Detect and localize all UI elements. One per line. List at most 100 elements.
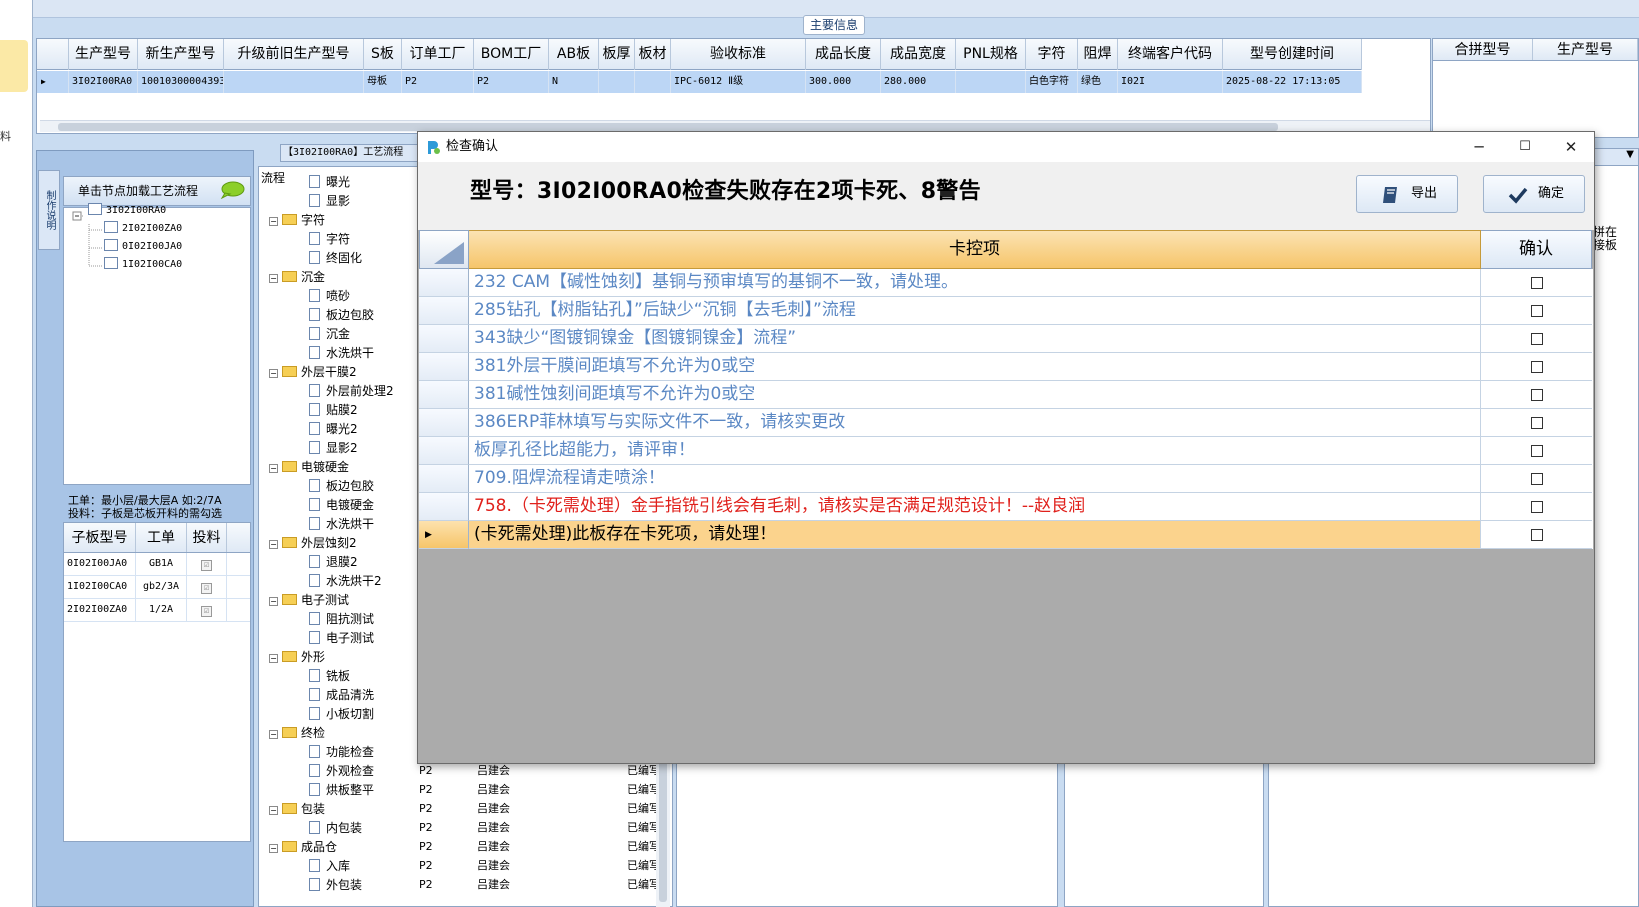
factory-cell[interactable]: P2 [419,876,433,894]
collapse-icon[interactable]: − [269,806,278,815]
col-header[interactable]: 成品长度 [806,39,881,70]
control-item-text[interactable]: 709.阻焊流程请走喷涂！ [469,465,1481,493]
factory-cell[interactable]: P2 [419,781,433,799]
control-item-text[interactable]: 285钻孔【树脂钻孔】”后缺少“沉铜【去毛刺】”流程 [469,297,1481,325]
person-cell[interactable]: 吕建会 [477,819,510,837]
confirm-checkbox-cell[interactable] [1481,269,1592,297]
confirm-button[interactable]: 确定 [1483,175,1585,213]
confirm-checkbox[interactable] [1531,389,1543,401]
process-step[interactable]: 水洗烘干2 [309,572,382,590]
process-group[interactable]: − 外层干膜2 [269,363,357,381]
person-cell[interactable]: 吕建会 [477,800,510,818]
table-row[interactable]: 232 CAM【碱性蚀刻】基铜与预审填写的基铜不一致，请处理。 [419,269,1593,297]
status-cell[interactable]: 已编写 [627,857,657,875]
col-header[interactable]: 板材 [635,39,671,70]
col-header[interactable]: 型号创建时间 [1223,39,1362,70]
process-step[interactable]: 曝光 [309,173,350,191]
collapse-icon[interactable]: − [269,217,278,226]
collapse-icon[interactable]: − [269,274,278,283]
col-header[interactable]: S板 [364,39,402,70]
status-cell[interactable]: 已编写 [627,838,657,856]
process-step[interactable]: 小板切割 [309,705,374,723]
main-info-row[interactable]: ▶ 3I02I00RA0 10010300004393 母板 P2 P2 N IPC-6012… [37,71,1362,93]
col-feed[interactable]: 投料 [187,523,227,552]
collapse-icon[interactable]: − [269,464,278,473]
col-header[interactable]: AB板 [549,39,599,70]
person-cell[interactable]: 吕建会 [477,762,510,780]
table-row[interactable]: 0I02I00JA0 GB1A ☑ [64,553,250,576]
col-header[interactable]: 成品宽度 [881,39,956,70]
process-step[interactable]: 内包装 [309,819,362,837]
process-group[interactable]: − 电子测试 [269,591,349,609]
row-header[interactable] [419,409,469,437]
cell[interactable] [956,71,1026,93]
dialog-titlebar[interactable]: 检查确认 ─ ☐ ✕ [418,132,1594,162]
process-step[interactable]: 功能检查 [309,743,374,761]
collapse-icon[interactable]: − [269,369,278,378]
process-step[interactable]: 板边包胶 [309,306,374,324]
person-cell[interactable]: 吕建会 [477,857,510,875]
tree-node[interactable]: 1I02I00CA0 [104,257,182,273]
confirm-checkbox[interactable] [1531,361,1543,373]
collapse-icon[interactable]: − [269,597,278,606]
col-header[interactable]: PNL规格 [956,39,1026,70]
left-strip-tab[interactable] [0,40,28,92]
process-group[interactable]: − 包装 [269,800,325,818]
confirm-checkbox-cell[interactable] [1481,437,1592,465]
process-step[interactable]: 入库 [309,857,350,875]
confirm-checkbox[interactable] [1531,445,1543,457]
tree-node[interactable]: 2I02I00ZA0 [104,221,182,237]
table-row[interactable]: 386ERP菲林填写与实际文件不一致，请核实更改 [419,409,1593,437]
cell[interactable]: 白色字符 [1026,71,1078,93]
cell[interactable]: I02I [1118,71,1223,93]
order-cell[interactable]: gb2/3A [136,576,187,598]
control-item-text[interactable]: 343缺少“图镀铜镍金【图镀铜镍金】流程” [469,325,1481,353]
process-group[interactable]: − 字符 [269,211,325,229]
status-cell[interactable]: 已编写 [627,819,657,837]
scroll-thumb[interactable] [659,752,667,902]
confirm-checkbox-cell[interactable] [1481,353,1592,381]
process-step[interactable]: 终固化 [309,249,362,267]
process-group[interactable]: − 电镀硬金 [269,458,349,476]
cell[interactable]: 2025-08-22 17:13:05 [1223,71,1362,93]
row-header[interactable] [419,353,469,381]
col-sub-model[interactable]: 子板型号 [64,523,136,552]
process-group[interactable]: − 外层蚀刻2 [269,534,357,552]
process-group[interactable]: − 成品仓 [269,838,337,856]
confirm-checkbox[interactable] [1531,501,1543,513]
confirm-checkbox[interactable] [1531,529,1543,541]
process-step[interactable]: 水洗烘干 [309,515,374,533]
confirm-checkbox-cell[interactable] [1481,381,1592,409]
confirm-checkbox[interactable] [1531,277,1543,289]
status-cell[interactable]: 已编写 [627,762,657,780]
col-header[interactable]: 阻焊 [1078,39,1118,70]
cell[interactable] [635,71,671,93]
confirm-checkbox[interactable] [1531,305,1543,317]
table-row[interactable]: 1I02I00CA0 gb2/3A ☑ [64,576,250,599]
collapse-icon[interactable]: − [269,540,278,549]
process-step[interactable]: 显影 [309,192,350,210]
confirm-checkbox[interactable] [1531,333,1543,345]
col-header[interactable]: 终端客户代码 [1118,39,1223,70]
process-step[interactable]: 显影2 [309,439,358,457]
confirm-checkbox-cell[interactable] [1481,465,1592,493]
table-row[interactable]: ▶ (卡死需处理)此板存在卡死项，请处理！ [419,521,1593,549]
row-header[interactable] [419,437,469,465]
cell[interactable]: 300.000 [806,71,881,93]
col-header[interactable]: 新生产型号 [138,39,224,70]
confirm-checkbox[interactable] [1531,417,1543,429]
process-step[interactable]: 贴膜2 [309,401,358,419]
factory-cell[interactable]: P2 [419,819,433,837]
cell[interactable] [224,71,364,93]
row-header[interactable] [419,493,469,521]
col-header[interactable]: 升级前旧生产型号 [224,39,364,70]
process-step[interactable]: 退膜2 [309,553,358,571]
process-step[interactable]: 铣板 [309,667,350,685]
factory-cell[interactable]: P2 [419,800,433,818]
tree-node[interactable]: 3I02I00RA0 [88,203,166,219]
cell[interactable]: N [549,71,599,93]
cell[interactable]: P2 [474,71,549,93]
row-header[interactable]: ▶ [419,521,469,549]
cell[interactable]: 母板 [364,71,402,93]
col-confirm[interactable]: 确认 [1481,230,1592,269]
